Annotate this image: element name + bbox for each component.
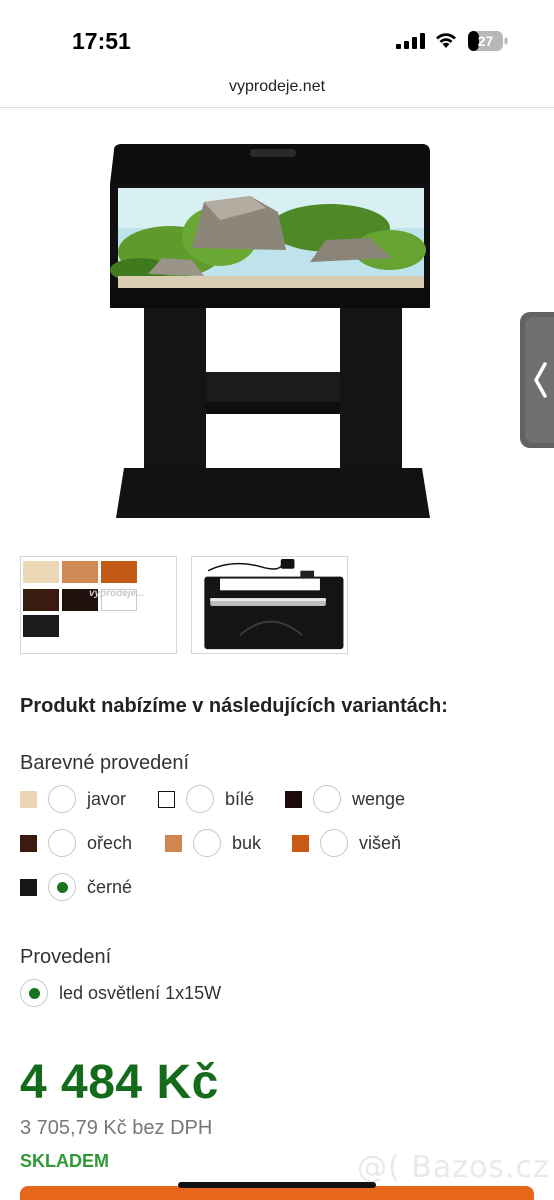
variants-heading: Produkt nabízíme v následujících variant…	[20, 695, 448, 717]
stock-status: SKLADEM	[20, 1151, 109, 1171]
add-to-cart-button[interactable]	[20, 1186, 534, 1200]
price-main: 4 484 Kč	[20, 1056, 219, 1109]
radio-javor[interactable]	[48, 785, 76, 813]
radio-bile[interactable]	[186, 785, 214, 813]
radio-cerne[interactable]	[48, 873, 76, 901]
color-option-buk[interactable]: buk	[165, 828, 261, 858]
price-without-vat: 3 705,79 Kč bez DPH	[20, 1117, 213, 1139]
color-option-bile[interactable]: bílé	[158, 784, 254, 814]
address-bar[interactable]: vyprodeje.net	[0, 70, 554, 108]
thumbnail-led-lid[interactable]	[191, 556, 348, 654]
type-option-led[interactable]: led osvětlení 1x15W	[20, 978, 221, 1008]
swatch-bile	[158, 790, 175, 808]
thumb-swatch-javor	[23, 561, 59, 583]
url-text[interactable]: vyprodeje.net	[0, 78, 554, 96]
option-label-bile: bílé	[225, 788, 255, 809]
option-label-cerne: černé	[87, 876, 133, 897]
option-label-buk: buk	[232, 832, 262, 853]
thumbnail-color-variants[interactable]: vyprodeje...	[20, 556, 177, 654]
thumb-swatch-visen	[101, 561, 137, 583]
side-drawer-handle[interactable]	[520, 312, 554, 448]
cellular-signal-icon	[396, 33, 425, 49]
swatch-orech	[20, 834, 37, 852]
wifi-icon	[436, 33, 456, 48]
bazos-watermark: @( Bazos.cz	[357, 1150, 550, 1185]
thumb-swatch-orech	[23, 589, 59, 611]
thumb-swatch-buk	[62, 561, 98, 583]
thumb-swatch-cerne	[23, 615, 59, 637]
option-label-visen: višeň	[359, 832, 402, 853]
color-option-cerne[interactable]: černé	[20, 872, 132, 902]
option-label-orech: ořech	[87, 832, 133, 853]
battery-icon: 27	[468, 31, 508, 51]
status-bar: 17:51 27	[0, 0, 554, 70]
radio-orech[interactable]	[48, 829, 76, 857]
chevron-left-icon	[534, 362, 547, 398]
swatch-javor	[20, 790, 37, 808]
radio-visen[interactable]	[320, 829, 348, 857]
color-option-visen[interactable]: višeň	[292, 828, 401, 858]
swatch-buk	[165, 834, 182, 852]
clock: 17:51	[72, 28, 131, 54]
option-label-javor: javor	[87, 788, 127, 809]
option-label-led: led osvětlení 1x15W	[59, 982, 222, 1003]
type-group-label: Provedení	[20, 946, 112, 968]
color-option-wenge[interactable]: wenge	[285, 784, 405, 814]
swatch-wenge	[285, 790, 302, 808]
home-indicator	[178, 1182, 376, 1188]
radio-led[interactable]	[20, 979, 48, 1007]
swatch-cerne	[20, 878, 37, 896]
swatch-visen	[292, 834, 309, 852]
battery-level: 27	[478, 33, 494, 49]
color-option-javor[interactable]: javor	[20, 784, 126, 814]
thumb-watermark: vyprodeje...	[89, 588, 145, 599]
color-group-label: Barevné provedení	[20, 752, 190, 774]
color-option-orech[interactable]: ořech	[20, 828, 132, 858]
radio-wenge[interactable]	[313, 785, 341, 813]
radio-buk[interactable]	[193, 829, 221, 857]
product-image[interactable]	[100, 140, 446, 524]
option-label-wenge: wenge	[352, 788, 406, 809]
